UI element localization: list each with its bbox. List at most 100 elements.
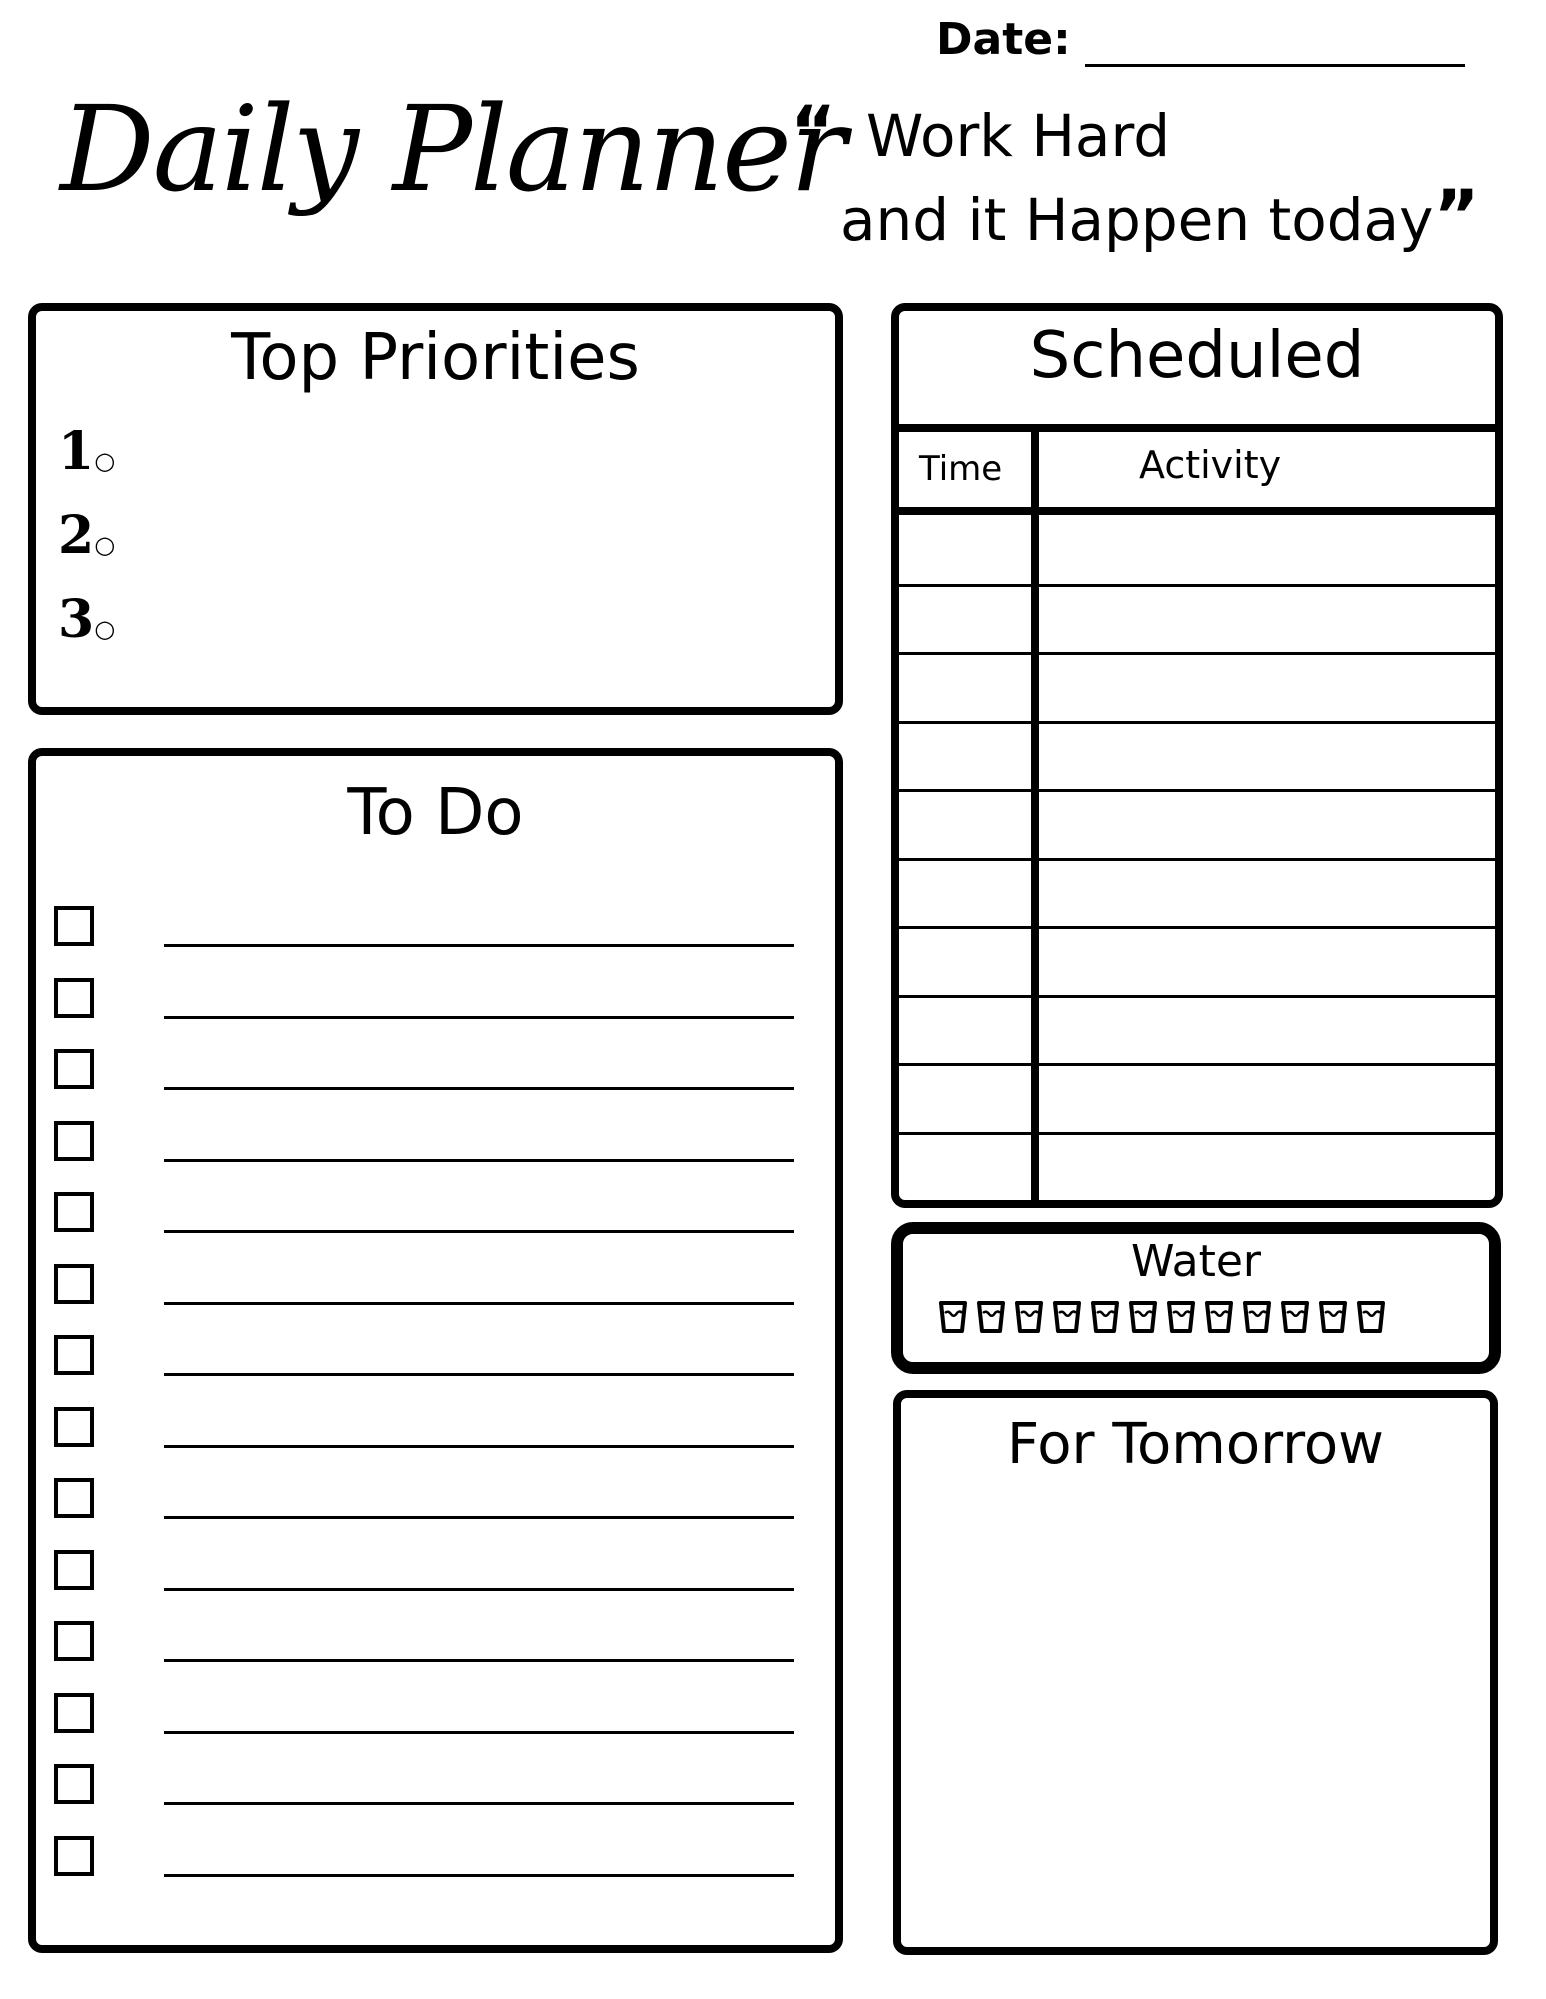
schedule-time-cell[interactable] — [899, 721, 1031, 790]
todo-checkbox[interactable] — [54, 1263, 94, 1304]
todo-text-line[interactable] — [164, 1516, 794, 1519]
todo-text-line[interactable] — [164, 1659, 794, 1662]
schedule-time-cell[interactable] — [899, 858, 1031, 927]
todo-checkbox[interactable] — [54, 1764, 94, 1804]
top-priorities-panel: Top Priorities 1○ 2○ 3○ — [28, 303, 843, 715]
date-label: Date: — [936, 14, 1071, 65]
date-field[interactable] — [1085, 64, 1465, 67]
priority-item[interactable]: 1○ — [58, 421, 115, 482]
schedule-time-cell[interactable] — [899, 995, 1031, 1064]
schedule-time-cell[interactable] — [899, 652, 1031, 721]
todo-checkbox[interactable] — [54, 977, 94, 1018]
todo-item — [54, 1049, 814, 1099]
todo-checkbox[interactable] — [54, 1478, 94, 1518]
time-column-divider — [1031, 424, 1039, 1200]
scheduled-title: Scheduled — [1029, 319, 1365, 393]
schedule-activity-cell[interactable] — [1039, 1063, 1495, 1132]
quote-close-mark: ” — [1433, 175, 1480, 257]
schedule-activity-cell[interactable] — [1039, 721, 1495, 790]
todo-item — [54, 1764, 814, 1814]
schedule-time-cell[interactable] — [899, 789, 1031, 858]
scheduled-panel: Scheduled Time Activity — [891, 303, 1503, 1208]
todo-checkbox[interactable] — [54, 1192, 94, 1232]
todo-checkbox[interactable] — [54, 1049, 94, 1089]
water-glass-icon[interactable] — [1053, 1300, 1081, 1334]
water-tracker — [933, 1300, 1389, 1338]
page-title: Daily Planner — [60, 80, 846, 218]
water-glass-icon[interactable] — [1281, 1300, 1309, 1334]
schedule-time-cell[interactable] — [899, 926, 1031, 995]
todo-item — [54, 1120, 814, 1171]
priority-item[interactable]: 3○ — [58, 589, 115, 650]
todo-checkbox[interactable] — [54, 1835, 94, 1876]
todo-checkbox[interactable] — [54, 1335, 94, 1375]
priority-number: 3 — [58, 589, 95, 650]
todo-text-line[interactable] — [164, 1015, 794, 1019]
todo-text-line[interactable] — [164, 1444, 794, 1448]
priority-bullet-icon: ○ — [94, 447, 116, 475]
water-glass-icon[interactable] — [1167, 1300, 1195, 1334]
schedule-activity-cell[interactable] — [1039, 652, 1495, 721]
todo-text-line[interactable] — [164, 1230, 794, 1233]
priority-item[interactable]: 2○ — [58, 505, 115, 566]
todo-item — [54, 977, 814, 1028]
top-priorities-title: Top Priorities — [231, 321, 640, 395]
quote-line-2: and it Happen today — [840, 186, 1434, 254]
priority-number: 2 — [58, 505, 95, 566]
todo-text-line[interactable] — [164, 1301, 794, 1305]
water-glass-icon[interactable] — [977, 1300, 1005, 1334]
todo-item — [54, 1263, 814, 1314]
priority-bullet-icon: ○ — [94, 531, 116, 559]
water-glass-icon[interactable] — [939, 1300, 967, 1334]
scheduled-header-divider — [899, 424, 1495, 432]
todo-item — [54, 1692, 814, 1743]
for-tomorrow-panel[interactable]: For Tomorrow — [893, 1390, 1498, 1955]
water-panel: Water — [891, 1222, 1501, 1374]
water-glass-icon[interactable] — [1091, 1300, 1119, 1334]
todo-text-line[interactable] — [164, 1087, 794, 1090]
schedule-activity-cell[interactable] — [1039, 789, 1495, 858]
column-header-activity: Activity — [1139, 443, 1282, 487]
todo-checkbox[interactable] — [54, 1406, 94, 1447]
todo-text-line[interactable] — [164, 1373, 794, 1376]
todo-checkbox[interactable] — [54, 1621, 94, 1661]
todo-text-line[interactable] — [164, 1158, 794, 1162]
schedule-time-cell[interactable] — [899, 1063, 1031, 1132]
todo-checkbox[interactable] — [54, 1549, 94, 1590]
todo-text-line[interactable] — [164, 1802, 794, 1805]
water-glass-icon[interactable] — [1129, 1300, 1157, 1334]
schedule-activity-cell[interactable] — [1039, 858, 1495, 927]
todo-item — [54, 1335, 814, 1385]
schedule-activity-cell[interactable] — [1039, 584, 1495, 653]
schedule-time-cell[interactable] — [899, 1132, 1031, 1201]
motivational-quote: “ Work Hard and it Happen today” — [790, 92, 1479, 260]
water-glass-icon[interactable] — [1015, 1300, 1043, 1334]
schedule-activity-cell[interactable] — [1039, 1132, 1495, 1201]
todo-item — [54, 1192, 814, 1242]
schedule-activity-cell[interactable] — [1039, 926, 1495, 995]
priority-number: 1 — [58, 421, 95, 482]
water-glass-icon[interactable] — [1357, 1300, 1385, 1334]
schedule-activity-cell[interactable] — [1039, 995, 1495, 1064]
todo-checkbox[interactable] — [54, 1120, 94, 1161]
todo-item — [54, 1621, 814, 1671]
water-glass-icon[interactable] — [1205, 1300, 1233, 1334]
todo-text-line[interactable] — [164, 1873, 794, 1877]
priority-bullet-icon: ○ — [94, 615, 116, 643]
todo-checkbox[interactable] — [54, 1692, 94, 1733]
column-header-time: Time — [919, 449, 1003, 489]
todo-checkbox[interactable] — [54, 906, 94, 946]
water-glass-icon[interactable] — [1319, 1300, 1347, 1334]
todo-item — [54, 906, 814, 956]
todo-text-line[interactable] — [164, 1587, 794, 1591]
for-tomorrow-title: For Tomorrow — [1007, 1412, 1384, 1477]
todo-item — [54, 1478, 814, 1528]
schedule-activity-cell[interactable] — [1039, 515, 1495, 584]
column-header-divider — [899, 507, 1495, 515]
schedule-time-cell[interactable] — [899, 584, 1031, 653]
todo-text-line[interactable] — [164, 1730, 794, 1734]
todo-item — [54, 1835, 814, 1886]
schedule-time-cell[interactable] — [899, 515, 1031, 584]
todo-text-line[interactable] — [164, 944, 794, 947]
water-glass-icon[interactable] — [1243, 1300, 1271, 1334]
